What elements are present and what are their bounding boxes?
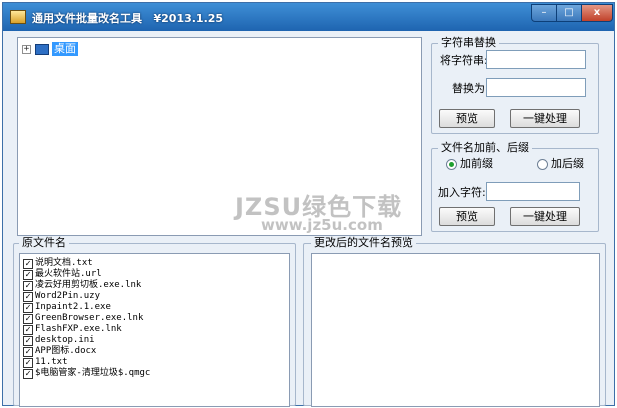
find-input[interactable]: [486, 50, 586, 69]
suffix-label[interactable]: 加后缀: [551, 157, 584, 171]
file-checkbox[interactable]: ✓: [23, 291, 33, 302]
replace-group-legend: 字符串替换: [438, 36, 499, 50]
original-files-legend: 原文件名: [19, 236, 69, 250]
tree-node-label[interactable]: 桌面: [52, 42, 78, 56]
file-row[interactable]: ✓ 凌云好用剪切板.exe.lnk: [23, 280, 141, 291]
affix-group: 文件名加前、后缀 加前缀 加后缀 加入字符: 预览 一键处理: [431, 141, 599, 232]
file-name: $电脑管家-清理垃圾$.qmgc: [35, 368, 151, 378]
file-row[interactable]: ✓ APP图标.docx: [23, 346, 96, 357]
file-name: 说明文档.txt: [35, 258, 93, 268]
file-checkbox[interactable]: ✓: [23, 357, 33, 368]
file-row[interactable]: ✓ 最火软件站.url: [23, 269, 102, 280]
find-label: 将字符串:: [440, 54, 488, 67]
original-files-list[interactable]: ✓ 说明文档.txt ✓ 最火软件站.url ✓ 凌云好用剪切板.exe.lnk ✓ Word…: [19, 253, 290, 407]
file-name: 凌云好用剪切板.exe.lnk: [35, 280, 142, 290]
preview-files-group: 更改后的文件名预览: [303, 236, 606, 407]
file-row[interactable]: ✓ FlashFXP.exe.lnk: [23, 324, 122, 335]
file-row[interactable]: ✓ Word2Pin.uzy: [23, 291, 100, 302]
file-name: FlashFXP.exe.lnk: [35, 324, 122, 334]
file-checkbox[interactable]: ✓: [23, 346, 33, 357]
file-row[interactable]: ✓ 说明文档.txt: [23, 258, 93, 269]
file-checkbox[interactable]: ✓: [23, 258, 33, 269]
prefix-radio[interactable]: [446, 159, 457, 170]
prefix-label[interactable]: 加前缀: [460, 157, 493, 171]
file-name: APP图标.docx: [35, 346, 97, 356]
file-checkbox[interactable]: ✓: [23, 313, 33, 324]
file-name: Word2Pin.uzy: [35, 291, 101, 301]
file-checkbox[interactable]: ✓: [23, 269, 33, 280]
suffix-radio[interactable]: [537, 159, 548, 170]
minimize-button[interactable]: –: [531, 4, 557, 22]
replace-label: 替换为:: [452, 82, 489, 95]
replace-preview-button[interactable]: 预览: [439, 109, 495, 128]
affix-preview-button[interactable]: 预览: [439, 207, 495, 226]
file-name: desktop.ini: [35, 335, 95, 345]
tree-node-desktop[interactable]: + 桌面: [22, 42, 78, 56]
file-row[interactable]: ✓ 11.txt: [23, 357, 68, 368]
close-button[interactable]: x: [581, 4, 613, 22]
file-name: GreenBrowser.exe.lnk: [35, 313, 144, 323]
add-chars-input[interactable]: [486, 182, 580, 201]
add-chars-label: 加入字符:: [438, 186, 486, 199]
replace-input[interactable]: [486, 78, 586, 97]
file-checkbox[interactable]: ✓: [23, 280, 33, 291]
affix-group-legend: 文件名加前、后缀: [438, 141, 532, 155]
watermark-url: www.jz5u.com: [261, 216, 383, 234]
file-row[interactable]: ✓ desktop.ini: [23, 335, 95, 346]
replace-group: 字符串替换 将字符串: 替换为: 预览 一键处理: [431, 36, 599, 134]
file-checkbox[interactable]: ✓: [23, 302, 33, 313]
app-window: 通用文件批量改名工具 ¥2013.1.25 – □ x + 桌面 字符串替换 将…: [2, 2, 615, 407]
replace-apply-button[interactable]: 一键处理: [510, 109, 580, 128]
file-checkbox[interactable]: ✓: [23, 324, 33, 335]
original-files-group: 原文件名 ✓ 说明文档.txt ✓ 最火软件站.url ✓ 凌云好用剪切板.exe.lnk…: [13, 236, 296, 407]
file-name: 11.txt: [35, 357, 68, 367]
file-checkbox[interactable]: ✓: [23, 368, 33, 379]
preview-files-legend: 更改后的文件名预览: [311, 236, 416, 250]
desktop-icon: [35, 43, 49, 55]
app-icon: [10, 10, 26, 24]
preview-files-list[interactable]: [311, 253, 600, 407]
file-row[interactable]: ✓ GreenBrowser.exe.lnk: [23, 313, 143, 324]
title-bar[interactable]: 通用文件批量改名工具 ¥2013.1.25 – □ x: [3, 3, 614, 31]
file-row[interactable]: ✓ Inpaint2.1.exe: [23, 302, 111, 313]
window-title: 通用文件批量改名工具 ¥2013.1.25: [32, 12, 224, 25]
file-row[interactable]: ✓ $电脑管家-清理垃圾$.qmgc: [23, 368, 150, 379]
affix-apply-button[interactable]: 一键处理: [510, 207, 580, 226]
file-checkbox[interactable]: ✓: [23, 335, 33, 346]
file-name: Inpaint2.1.exe: [35, 302, 111, 312]
file-name: 最火软件站.url: [35, 269, 102, 279]
maximize-button[interactable]: □: [556, 4, 582, 22]
expand-toggle[interactable]: +: [22, 44, 31, 54]
